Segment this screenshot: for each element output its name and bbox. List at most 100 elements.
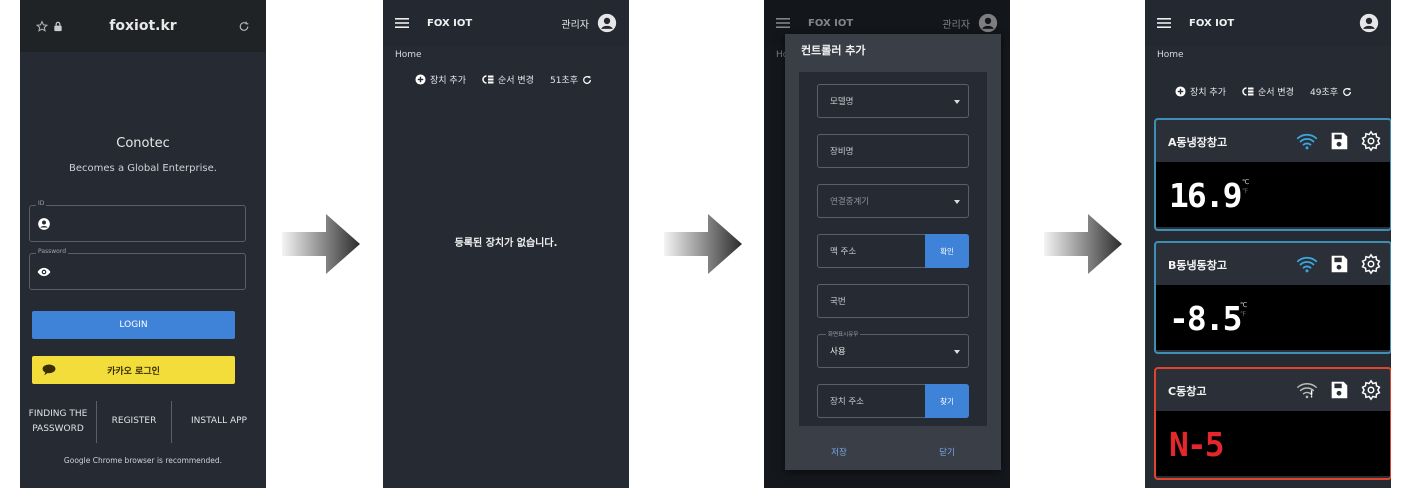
- account-icon[interactable]: [597, 13, 617, 33]
- reorder-button[interactable]: 순서 변경: [482, 73, 534, 86]
- menu-icon[interactable]: [395, 16, 409, 30]
- device-name: C동창고: [1168, 385, 1207, 398]
- device-address-field[interactable]: 장치 주소 찾기: [817, 384, 969, 418]
- device-card[interactable]: B동냉동창고 -8.5 ℃ ℉: [1154, 241, 1391, 354]
- refresh-icon: [1343, 87, 1351, 96]
- plus-circle-icon: [1175, 86, 1186, 97]
- kakao-login-button[interactable]: 카카오 로그인: [32, 356, 235, 384]
- device-card[interactable]: A동냉장창고 16.9 ℃ ℉: [1154, 118, 1391, 231]
- refresh-control[interactable]: 51초후: [550, 73, 596, 86]
- refresh-icon: [583, 75, 591, 84]
- device-card[interactable]: C동창고 N-5: [1154, 367, 1391, 480]
- confirm-button[interactable]: 확인: [925, 234, 969, 268]
- settings-icon[interactable]: [1360, 379, 1382, 401]
- device-list-screen: FOX IOT Home 장치 추가 순서 변경 49초후 A동냉장창고 16.…: [1145, 0, 1391, 488]
- add-device-button[interactable]: 장치 추가: [1175, 85, 1226, 98]
- url-text[interactable]: foxiot.kr: [66, 18, 220, 34]
- add-controller-screen: FOX IOT 관리자 Home 컨트롤러 추가 모델명 장비명 연결중계기 맥…: [764, 0, 1010, 488]
- brand-tagline: Becomes a Global Enterprise.: [69, 163, 217, 174]
- id-field[interactable]: ID: [29, 200, 246, 242]
- chat-bubble-icon: [42, 364, 56, 376]
- screen-display-value: 사용: [830, 347, 846, 357]
- register-link[interactable]: REGISTER: [97, 401, 171, 443]
- find-button[interactable]: 찾기: [925, 384, 969, 418]
- dialog-title: 컨트롤러 추가: [801, 44, 866, 57]
- empty-message: 등록된 장치가 없습니다.: [454, 238, 558, 249]
- wifi-off-icon: [1297, 383, 1317, 399]
- install-app-link[interactable]: INSTALL APP: [172, 401, 266, 443]
- celsius-unit: ℃: [1240, 301, 1248, 309]
- star-icon[interactable]: [34, 19, 50, 33]
- settings-icon[interactable]: [1360, 130, 1382, 152]
- find-password-link[interactable]: FINDING THE PASSWORD: [20, 401, 96, 443]
- login-button[interactable]: LOGIN: [32, 311, 235, 339]
- browser-note: Google Chrome browser is recommended.: [63, 456, 223, 465]
- account-icon[interactable]: [1359, 13, 1379, 33]
- wifi-icon: [1296, 133, 1318, 150]
- save-icon[interactable]: [1328, 379, 1350, 401]
- breadcrumb[interactable]: Home: [1157, 50, 1184, 60]
- dialog-actions: 저장 닫기: [785, 446, 1001, 458]
- screen-display-select[interactable]: 화면표시유무 사용: [817, 330, 969, 368]
- temperature-display: N-5: [1156, 411, 1390, 476]
- reorder-button[interactable]: 순서 변경: [1242, 85, 1294, 98]
- reload-icon[interactable]: [236, 20, 252, 33]
- toolbar: 장치 추가 순서 변경 51초후: [415, 73, 596, 86]
- user-name: 관리자: [561, 19, 589, 31]
- add-controller-dialog: 컨트롤러 추가 모델명 장비명 연결중계기 맥 주소 확인 국번 화면표시유무 …: [785, 34, 1001, 470]
- menu-icon[interactable]: [1157, 16, 1171, 30]
- toolbar: 장치 추가 순서 변경 49초후: [1175, 85, 1356, 98]
- password-field[interactable]: Password: [29, 248, 246, 290]
- device-name-input[interactable]: 장비명: [817, 134, 969, 168]
- id-label: ID: [36, 200, 47, 207]
- login-screen: foxiot.kr Conotec Becomes a Global Enter…: [20, 0, 266, 488]
- refresh-control[interactable]: 49초후: [1310, 85, 1356, 98]
- fahrenheit-unit: ℉: [1242, 187, 1249, 195]
- model-select[interactable]: 모델명: [817, 84, 969, 118]
- screen-display-label: 화면표시유무: [826, 330, 861, 338]
- error-code: N-5: [1169, 425, 1225, 464]
- plus-circle-icon: [415, 74, 426, 85]
- fahrenheit-unit: ℉: [1240, 310, 1247, 318]
- device-actions: [1286, 253, 1382, 275]
- lock-icon: [54, 21, 62, 31]
- browser-bar: foxiot.kr: [20, 0, 266, 52]
- app-header: FOX IOT 관리자: [383, 0, 629, 46]
- device-actions: [1286, 379, 1382, 401]
- channel-input[interactable]: 국번: [817, 284, 969, 318]
- reorder-icon: [482, 75, 494, 84]
- refresh-timer: 49초후: [1309, 88, 1338, 98]
- close-button[interactable]: 닫기: [939, 446, 955, 458]
- arrow-icon: [1044, 214, 1122, 274]
- empty-device-screen: FOX IOT 관리자 Home 장치 추가 순서 변경 51초후 등록된 장치…: [383, 0, 629, 488]
- storyboard: foxiot.kr Conotec Becomes a Global Enter…: [0, 0, 1410, 488]
- save-icon[interactable]: [1328, 253, 1350, 275]
- mac-address-field[interactable]: 맥 주소 확인: [817, 234, 969, 268]
- add-device-button[interactable]: 장치 추가: [415, 73, 466, 86]
- settings-icon[interactable]: [1360, 253, 1382, 275]
- app-header: FOX IOT: [1145, 0, 1391, 46]
- eye-icon[interactable]: [37, 265, 51, 279]
- device-address-input[interactable]: 장치 주소: [830, 395, 864, 407]
- dialog-body: 모델명 장비명 연결중계기 맥 주소 확인 국번 화면표시유무 사용 장치 주소…: [799, 72, 987, 426]
- relay-select[interactable]: 연결중계기: [817, 184, 969, 218]
- mac-address-input[interactable]: 맥 주소: [830, 245, 856, 257]
- device-name: A동냉장창고: [1168, 136, 1228, 149]
- unit-indicator: ℃ ℉: [1240, 301, 1247, 319]
- reorder-label: 순서 변경: [1257, 88, 1294, 98]
- celsius-unit: ℃: [1242, 178, 1250, 186]
- device-actions: [1286, 130, 1382, 152]
- arrow-icon: [282, 214, 360, 274]
- save-icon[interactable]: [1328, 130, 1350, 152]
- footer-links: FINDING THE PASSWORD REGISTER INSTALL AP…: [20, 401, 266, 443]
- add-device-label: 장치 추가: [430, 76, 466, 86]
- arrow-icon: [664, 214, 742, 274]
- app-title: FOX IOT: [1189, 17, 1235, 29]
- save-button[interactable]: 저장: [831, 446, 847, 458]
- device-name: B동냉동창고: [1168, 259, 1227, 272]
- kakao-login-label: 카카오 로그인: [107, 366, 160, 377]
- temperature-display: -8.5 ℃ ℉: [1156, 285, 1390, 350]
- breadcrumb[interactable]: Home: [395, 50, 422, 60]
- user-icon: [38, 218, 50, 230]
- temperature-value: -8.5: [1169, 299, 1242, 338]
